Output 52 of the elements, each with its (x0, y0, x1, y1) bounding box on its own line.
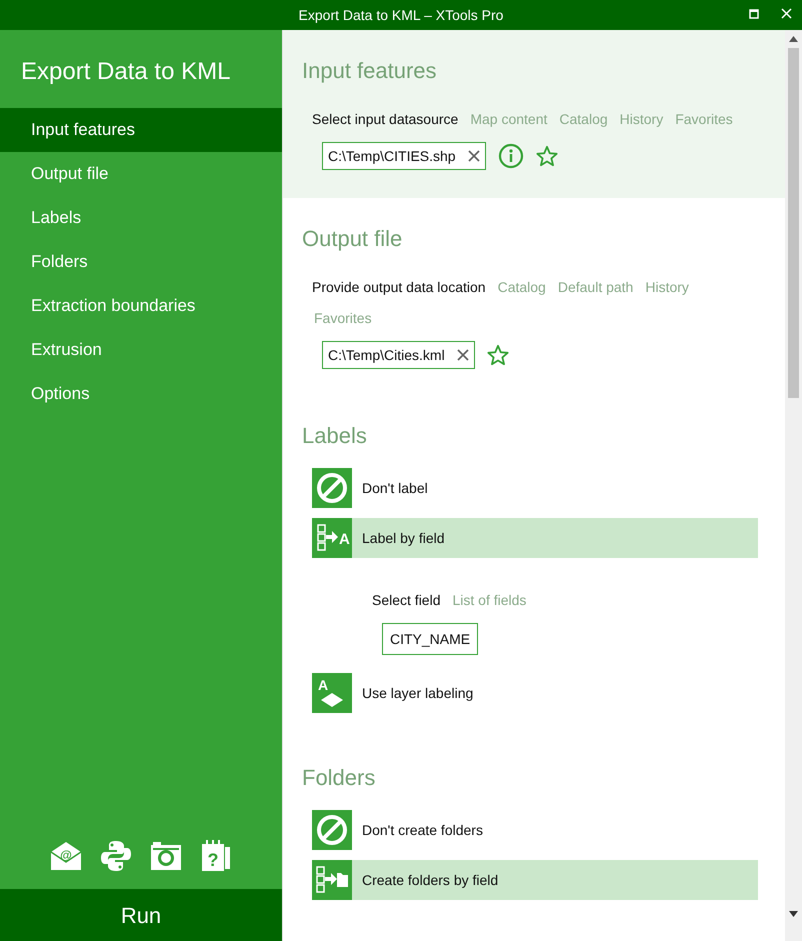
source-link[interactable]: Favorites (675, 109, 733, 130)
source-link[interactable]: History (620, 109, 664, 130)
sidebar-title: Export Data to KML (20, 57, 232, 87)
source-link[interactable]: Catalog (559, 109, 608, 130)
maximize-icon[interactable] (749, 8, 759, 18)
ban-icon (312, 468, 352, 508)
source-link[interactable]: Favorites (314, 308, 372, 329)
source-link[interactable]: History (645, 277, 689, 298)
section-title: Output file (302, 225, 404, 253)
scroll-up-icon[interactable] (789, 36, 798, 42)
sidebar-item[interactable]: Output file (0, 152, 282, 196)
choice-option[interactable]: A Use layer labeling (312, 673, 758, 713)
sidebar-item[interactable]: Extrusion (0, 328, 282, 372)
path-field[interactable]: C:\Temp\CITIES.shp (322, 142, 486, 170)
section-title: Folders (302, 764, 376, 792)
choice-option[interactable]: Don't create folders (312, 810, 758, 850)
folder-field-icon (312, 860, 352, 900)
run-button[interactable]: Run (0, 889, 282, 941)
scrollbar[interactable] (785, 30, 802, 941)
python-icon[interactable] (99, 839, 133, 873)
prompt-label: Provide output data location (312, 278, 486, 297)
info-icon[interactable] (498, 143, 524, 169)
scroll-down-icon[interactable] (789, 911, 798, 917)
field-label-icon: A (312, 518, 352, 558)
source-link[interactable]: Default path (558, 277, 634, 298)
prompt-label: Select input datasource (312, 110, 458, 129)
clear-icon[interactable] (468, 150, 480, 162)
section-title: Labels (302, 422, 368, 450)
source-link[interactable]: List of fields (452, 590, 526, 611)
clear-icon[interactable] (456, 349, 469, 361)
window-title: Export Data to KML – XTools Pro (298, 6, 504, 25)
path-field[interactable]: C:\Temp\Cities.kml (322, 341, 475, 369)
choice-option[interactable]: Don't label (312, 468, 758, 508)
sidebar-item[interactable]: Labels (0, 196, 282, 240)
source-link[interactable]: Map content (470, 109, 548, 130)
sidebar-item[interactable]: Folders (0, 240, 282, 284)
choice-option[interactable]: Create folders by field (312, 860, 758, 900)
star-icon[interactable] (536, 145, 558, 167)
camera-icon[interactable] (149, 839, 183, 873)
choice-option[interactable]: A Label by field (312, 518, 758, 558)
ban-icon (312, 810, 352, 850)
close-icon[interactable] (781, 8, 792, 19)
star-icon[interactable] (486, 344, 509, 366)
scroll-thumb[interactable] (788, 48, 799, 398)
sidebar-item[interactable]: Options (0, 372, 282, 416)
sidebar-item[interactable]: Extraction boundaries (0, 284, 282, 328)
prompt-label: Select field (372, 591, 440, 610)
section-title: Input features (302, 57, 438, 85)
field-value[interactable]: CITY_NAME (382, 623, 478, 655)
source-link[interactable]: Catalog (498, 277, 546, 298)
layer-label-icon: A (312, 673, 352, 713)
sidebar-item[interactable]: Input features (0, 108, 282, 152)
